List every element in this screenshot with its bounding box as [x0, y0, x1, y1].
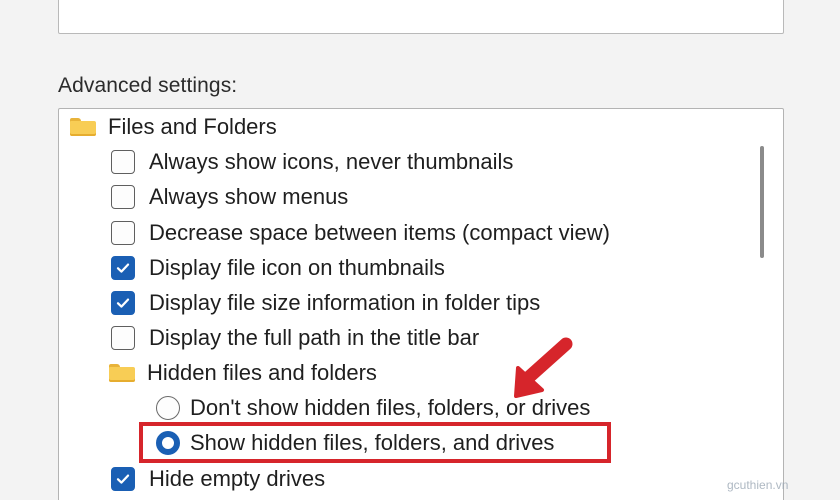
top-panel-box: [58, 0, 784, 34]
scrollbar-thumb[interactable]: [760, 146, 764, 258]
option-display-file-size[interactable]: Display file size information in folder …: [111, 287, 540, 319]
checkbox-icon[interactable]: [111, 185, 135, 209]
checkbox-checked-icon[interactable]: [111, 256, 135, 280]
checkbox-icon[interactable]: [111, 150, 135, 174]
checkmark-icon: [116, 263, 130, 273]
option-label: Decrease space between items (compact vi…: [149, 220, 610, 245]
checkbox-checked-icon[interactable]: [111, 291, 135, 315]
option-label: Display file icon on thumbnails: [149, 255, 445, 280]
option-label: Hide empty drives: [149, 466, 326, 491]
watermark: gcuthien.vn: [727, 478, 789, 492]
folder-icon: [109, 364, 135, 382]
advanced-settings-label: Advanced settings:: [58, 74, 238, 97]
option-label: Display the full path in the title bar: [149, 325, 480, 350]
option-display-full-path[interactable]: Display the full path in the title bar: [111, 322, 479, 354]
checkbox-checked-icon[interactable]: [111, 467, 135, 491]
annotation-arrow-icon: [514, 337, 573, 398]
option-always-show-menus[interactable]: Always show menus: [111, 181, 348, 213]
checkmark-icon: [116, 298, 130, 308]
option-label: Always show menus: [149, 184, 349, 209]
option-compact-view[interactable]: Decrease space between items (compact vi…: [111, 217, 610, 249]
highlight-box: [139, 422, 611, 463]
option-display-file-icon[interactable]: Display file icon on thumbnails: [111, 252, 445, 284]
tree-group-hidden-files[interactable]: Hidden files and folders: [109, 357, 377, 389]
option-hide-empty-drives[interactable]: Hide empty drives: [111, 463, 325, 495]
checkbox-icon[interactable]: [111, 221, 135, 245]
advanced-settings-panel: Advanced settings: Files and Folders Alw…: [0, 0, 840, 500]
checkmark-icon: [116, 474, 130, 484]
option-label: Display file size information in folder …: [149, 290, 541, 315]
radio-button-icon[interactable]: [156, 396, 180, 420]
tree-group-label: Files and Folders: [108, 114, 277, 139]
folder-icon: [70, 118, 96, 136]
checkbox-icon[interactable]: [111, 326, 135, 350]
option-always-show-icons[interactable]: Always show icons, never thumbnails: [111, 146, 513, 178]
tree-group-label: Hidden files and folders: [147, 360, 377, 385]
option-label: Always show icons, never thumbnails: [149, 149, 514, 174]
tree-group-files-and-folders[interactable]: Files and Folders: [70, 111, 277, 143]
